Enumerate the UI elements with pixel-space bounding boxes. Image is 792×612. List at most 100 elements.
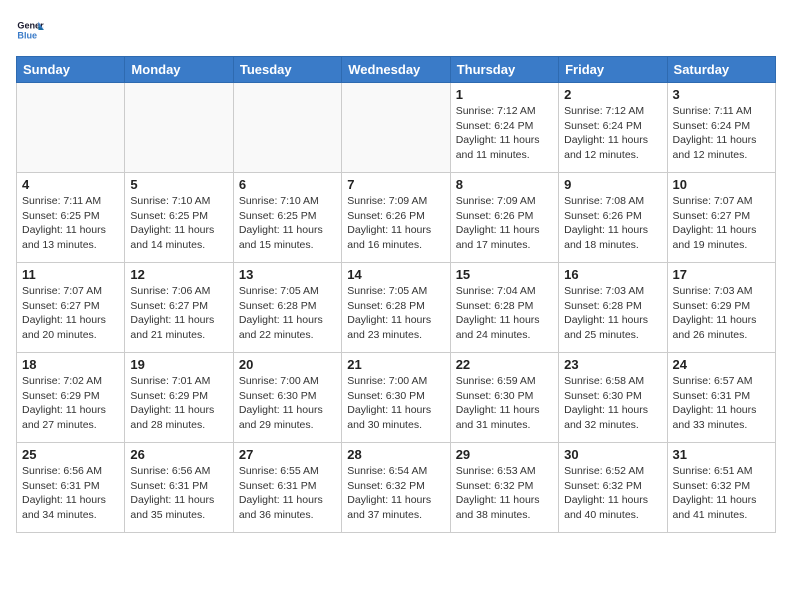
weekday-header-saturday: Saturday <box>667 57 775 83</box>
calendar-cell <box>17 83 125 173</box>
weekday-header-sunday: Sunday <box>17 57 125 83</box>
day-number: 1 <box>456 87 553 102</box>
calendar-cell: 16Sunrise: 7:03 AMSunset: 6:28 PMDayligh… <box>559 263 667 353</box>
logo-icon: General Blue <box>16 16 44 44</box>
calendar-cell <box>342 83 450 173</box>
day-number: 19 <box>130 357 227 372</box>
day-info: Sunrise: 7:12 AMSunset: 6:24 PMDaylight:… <box>564 104 661 163</box>
weekday-header-wednesday: Wednesday <box>342 57 450 83</box>
day-info: Sunrise: 7:05 AMSunset: 6:28 PMDaylight:… <box>347 284 444 343</box>
calendar-cell <box>233 83 341 173</box>
day-number: 3 <box>673 87 770 102</box>
calendar-cell: 20 Sunrise: 7:00 AMSunset: 6:30 PMDayligh… <box>233 353 341 443</box>
day-info: Sunrise: 6:55 AMSunset: 6:31 PMDaylight:… <box>239 464 336 523</box>
day-number: 17 <box>673 267 770 282</box>
day-number: 7 <box>347 177 444 192</box>
day-number: 5 <box>130 177 227 192</box>
day-info: Sunrise: 6:58 AMSunset: 6:30 PMDaylight:… <box>564 374 661 433</box>
day-number: 24 <box>673 357 770 372</box>
day-number: 18 <box>22 357 119 372</box>
calendar-cell: 6 Sunrise: 7:10 AMSunset: 6:25 PMDaylight… <box>233 173 341 263</box>
day-info: Sunrise: 7:10 AMSunset: 6:25 PMDaylight:… <box>239 194 336 253</box>
day-info: Sunrise: 7:09 AMSunset: 6:26 PMDaylight:… <box>347 194 444 253</box>
calendar-cell: 29 Sunrise: 6:53 AMSunset: 6:32 PMDayligh… <box>450 443 558 533</box>
calendar-cell: 31Sunrise: 6:51 AMSunset: 6:32 PMDayligh… <box>667 443 775 533</box>
day-info: Sunrise: 7:10 AMSunset: 6:25 PMDaylight:… <box>130 194 227 253</box>
weekday-header-tuesday: Tuesday <box>233 57 341 83</box>
day-info: Sunrise: 7:07 AMSunset: 6:27 PMDaylight:… <box>22 284 119 343</box>
day-number: 2 <box>564 87 661 102</box>
day-info: Sunrise: 6:56 AMSunset: 6:31 PMDaylight:… <box>130 464 227 523</box>
day-info: Sunrise: 7:04 AMSunset: 6:28 PMDaylight:… <box>456 284 553 343</box>
weekday-header-thursday: Thursday <box>450 57 558 83</box>
day-info: Sunrise: 7:11 AMSunset: 6:24 PMDaylight:… <box>673 104 770 163</box>
calendar-cell: 7 Sunrise: 7:09 AMSunset: 6:26 PMDaylight… <box>342 173 450 263</box>
calendar-cell: 30 Sunrise: 6:52 AMSunset: 6:32 PMDayligh… <box>559 443 667 533</box>
day-number: 26 <box>130 447 227 462</box>
day-number: 25 <box>22 447 119 462</box>
day-number: 30 <box>564 447 661 462</box>
day-info: Sunrise: 6:52 AMSunset: 6:32 PMDaylight:… <box>564 464 661 523</box>
day-number: 16 <box>564 267 661 282</box>
calendar-cell: 12 Sunrise: 7:06 AMSunset: 6:27 PMDayligh… <box>125 263 233 353</box>
week-row-5: 25 Sunrise: 6:56 AMSunset: 6:31 PMDayligh… <box>17 443 776 533</box>
day-info: Sunrise: 7:07 AMSunset: 6:27 PMDaylight:… <box>673 194 770 253</box>
week-row-2: 4 Sunrise: 7:11 AMSunset: 6:25 PMDaylight… <box>17 173 776 263</box>
day-info: Sunrise: 7:00 AMSunset: 6:30 PMDaylight:… <box>239 374 336 433</box>
calendar-cell: 17 Sunrise: 7:03 AMSunset: 6:29 PMDayligh… <box>667 263 775 353</box>
calendar-cell <box>125 83 233 173</box>
weekday-header-friday: Friday <box>559 57 667 83</box>
day-number: 11 <box>22 267 119 282</box>
calendar-cell: 27 Sunrise: 6:55 AMSunset: 6:31 PMDayligh… <box>233 443 341 533</box>
day-info: Sunrise: 6:59 AMSunset: 6:30 PMDaylight:… <box>456 374 553 433</box>
calendar-cell: 8 Sunrise: 7:09 AMSunset: 6:26 PMDaylight… <box>450 173 558 263</box>
weekday-header-monday: Monday <box>125 57 233 83</box>
day-info: Sunrise: 6:53 AMSunset: 6:32 PMDaylight:… <box>456 464 553 523</box>
calendar-cell: 10Sunrise: 7:07 AMSunset: 6:27 PMDayligh… <box>667 173 775 263</box>
calendar-cell: 1 Sunrise: 7:12 AMSunset: 6:24 PMDaylight… <box>450 83 558 173</box>
calendar-cell: 22 Sunrise: 6:59 AMSunset: 6:30 PMDayligh… <box>450 353 558 443</box>
calendar-cell: 21Sunrise: 7:00 AMSunset: 6:30 PMDayligh… <box>342 353 450 443</box>
day-number: 23 <box>564 357 661 372</box>
calendar-cell: 23 Sunrise: 6:58 AMSunset: 6:30 PMDayligh… <box>559 353 667 443</box>
day-info: Sunrise: 7:05 AMSunset: 6:28 PMDaylight:… <box>239 284 336 343</box>
calendar-cell: 9Sunrise: 7:08 AMSunset: 6:26 PMDaylight… <box>559 173 667 263</box>
day-info: Sunrise: 7:03 AMSunset: 6:29 PMDaylight:… <box>673 284 770 343</box>
day-info: Sunrise: 7:00 AMSunset: 6:30 PMDaylight:… <box>347 374 444 433</box>
page-header: General Blue <box>16 16 776 44</box>
calendar-cell: 26 Sunrise: 6:56 AMSunset: 6:31 PMDayligh… <box>125 443 233 533</box>
day-number: 27 <box>239 447 336 462</box>
calendar-cell: 5 Sunrise: 7:10 AMSunset: 6:25 PMDaylight… <box>125 173 233 263</box>
day-number: 20 <box>239 357 336 372</box>
calendar-cell: 25Sunrise: 6:56 AMSunset: 6:31 PMDayligh… <box>17 443 125 533</box>
day-number: 6 <box>239 177 336 192</box>
day-info: Sunrise: 6:57 AMSunset: 6:31 PMDaylight:… <box>673 374 770 433</box>
day-info: Sunrise: 7:06 AMSunset: 6:27 PMDaylight:… <box>130 284 227 343</box>
calendar-cell: 19 Sunrise: 7:01 AMSunset: 6:29 PMDayligh… <box>125 353 233 443</box>
day-number: 14 <box>347 267 444 282</box>
day-info: Sunrise: 7:09 AMSunset: 6:26 PMDaylight:… <box>456 194 553 253</box>
day-number: 4 <box>22 177 119 192</box>
calendar-cell: 24 Sunrise: 6:57 AMSunset: 6:31 PMDayligh… <box>667 353 775 443</box>
week-row-4: 18 Sunrise: 7:02 AMSunset: 6:29 PMDayligh… <box>17 353 776 443</box>
day-number: 29 <box>456 447 553 462</box>
day-info: Sunrise: 7:01 AMSunset: 6:29 PMDaylight:… <box>130 374 227 433</box>
day-info: Sunrise: 7:12 AMSunset: 6:24 PMDaylight:… <box>456 104 553 163</box>
day-info: Sunrise: 7:02 AMSunset: 6:29 PMDaylight:… <box>22 374 119 433</box>
calendar-cell: 4 Sunrise: 7:11 AMSunset: 6:25 PMDaylight… <box>17 173 125 263</box>
calendar-cell: 3 Sunrise: 7:11 AMSunset: 6:24 PMDaylight… <box>667 83 775 173</box>
day-info: Sunrise: 7:11 AMSunset: 6:25 PMDaylight:… <box>22 194 119 253</box>
week-row-3: 11 Sunrise: 7:07 AMSunset: 6:27 PMDayligh… <box>17 263 776 353</box>
calendar-cell: 15 Sunrise: 7:04 AMSunset: 6:28 PMDayligh… <box>450 263 558 353</box>
day-number: 15 <box>456 267 553 282</box>
day-number: 22 <box>456 357 553 372</box>
day-number: 12 <box>130 267 227 282</box>
day-info: Sunrise: 6:54 AMSunset: 6:32 PMDaylight:… <box>347 464 444 523</box>
calendar-cell: 13Sunrise: 7:05 AMSunset: 6:28 PMDayligh… <box>233 263 341 353</box>
calendar-table: SundayMondayTuesdayWednesdayThursdayFrid… <box>16 56 776 533</box>
weekday-header-row: SundayMondayTuesdayWednesdayThursdayFrid… <box>17 57 776 83</box>
day-number: 8 <box>456 177 553 192</box>
svg-text:Blue: Blue <box>17 30 37 40</box>
day-number: 9 <box>564 177 661 192</box>
calendar-cell: 18 Sunrise: 7:02 AMSunset: 6:29 PMDayligh… <box>17 353 125 443</box>
